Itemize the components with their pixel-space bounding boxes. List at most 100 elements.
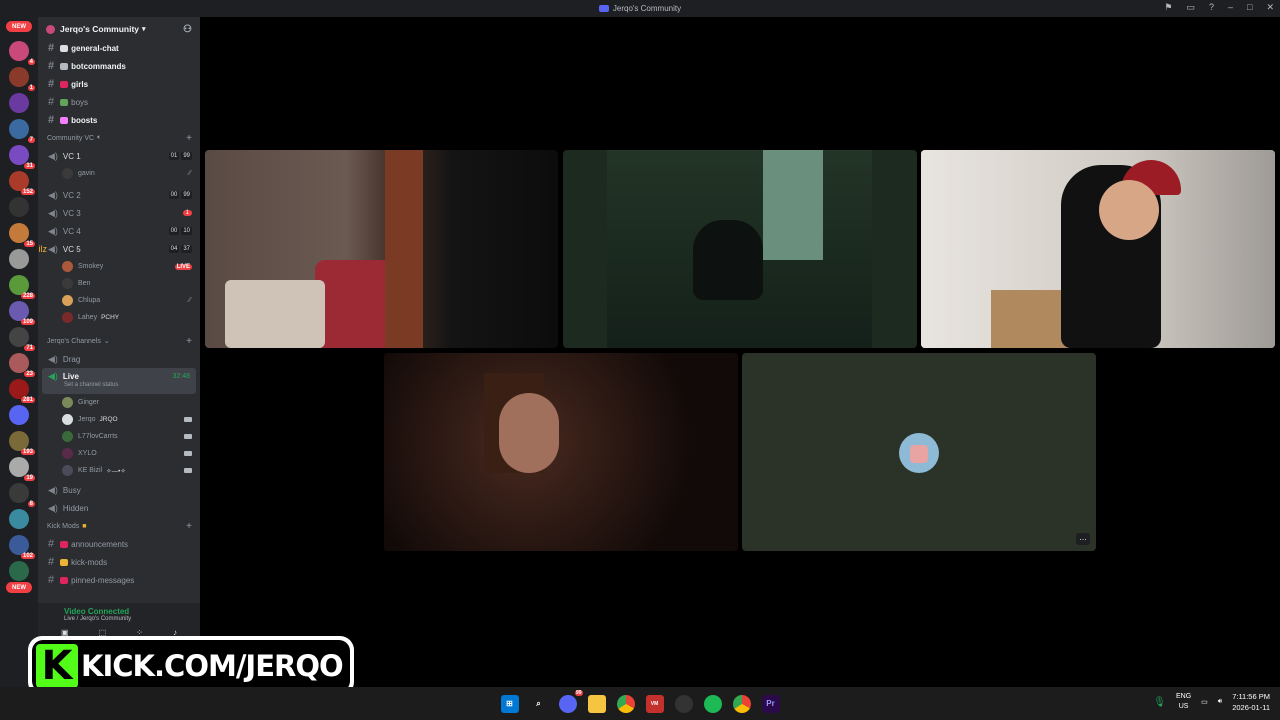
language-indicator[interactable]: ENG US (1176, 692, 1191, 712)
help-icon[interactable]: ? (1209, 2, 1214, 13)
network-icon[interactable]: ▭ (1201, 698, 1208, 706)
server-icon[interactable]: 1 (9, 67, 35, 91)
add-channel-icon[interactable]: + (186, 521, 192, 532)
server-list: NEW NEW 4 1 7 31 152 15 228 109 71 23 281 193 19 8 102 (0, 17, 38, 687)
file-explorer-icon[interactable] (587, 694, 606, 713)
voice-channel-vc4[interactable]: ◀︎) VC 4 00 10 (38, 222, 200, 240)
user-name: Ginger (78, 399, 100, 406)
category-jerqos-channels[interactable]: Jerqo's Channels ⌄ + (38, 332, 200, 350)
text-channel-pinned-messages[interactable]: # pinned-messages (38, 571, 200, 589)
server-icon[interactable]: 31 (9, 145, 35, 169)
voice-user[interactable]: Lahey PCHY (38, 309, 200, 326)
voice-channel-drag[interactable]: ◀︎) Drag (38, 350, 200, 368)
server-icon[interactable]: 152 (9, 171, 35, 195)
voice-user[interactable]: XYLO (38, 445, 200, 462)
voice-channel-hidden[interactable]: ◀︎) Hidden (38, 499, 200, 517)
video-tile-hooded-user[interactable] (563, 150, 917, 348)
voicemeeter-icon[interactable]: VM (645, 694, 664, 713)
clock[interactable]: 7:11:56 PM 2026-01-11 (1232, 691, 1270, 713)
server-icon[interactable]: 281 (9, 379, 35, 403)
hash-icon: # (48, 538, 55, 550)
kick-mods-channel-list: # announcements # kick-mods # pinned-messages (38, 535, 200, 589)
voice-channel-vc2[interactable]: ◀︎) VC 2 00 99 (38, 186, 200, 204)
chrome-profile-icon[interactable] (732, 694, 751, 713)
video-tile-room[interactable] (205, 150, 558, 348)
chrome-icon[interactable] (616, 694, 635, 713)
close-button[interactable]: ✕ (1266, 2, 1274, 13)
start-icon[interactable]: ⊞ (500, 694, 519, 713)
server-header[interactable]: Jerqo's Community ▾ ⚇ (38, 17, 200, 41)
voice-user-gavin[interactable]: gavin ⁄⁄ (38, 165, 200, 182)
server-icon[interactable] (9, 509, 29, 529)
user-name: Jerqo (78, 416, 96, 423)
voice-user[interactable]: KE Bizil ✧—•✧ (38, 462, 200, 479)
server-icon[interactable]: 71 (9, 327, 35, 351)
server-icon[interactable]: 109 (9, 301, 35, 325)
invite-people-icon[interactable]: ⚇ (183, 24, 192, 35)
category-community-vc[interactable]: Community VC 🔈︎ + (38, 129, 200, 147)
text-channel-botcommands[interactable]: # botcommands (38, 57, 200, 75)
text-channel-kick-mods[interactable]: # kick-mods (38, 553, 200, 571)
channel-emoji-icon (60, 44, 69, 52)
voice-channel-vc1[interactable]: ◀︎) VC 1 01 99 (38, 147, 200, 165)
category-kick-mods[interactable]: Kick Mods ■ + (38, 517, 200, 535)
hash-icon: # (48, 574, 55, 586)
server-icon[interactable]: 7 (9, 119, 35, 143)
more-options-icon[interactable]: … (1076, 533, 1090, 545)
minimize-button[interactable]: – (1228, 2, 1233, 13)
voice-location[interactable]: Live / Jerqo's Community (46, 616, 192, 622)
server-icon[interactable]: 15 (9, 223, 35, 247)
server-icon[interactable]: 8 (9, 483, 35, 507)
server-icon[interactable] (9, 93, 29, 113)
server-icon[interactable]: 102 (9, 535, 35, 559)
mention-badge: 8 (27, 501, 35, 507)
voice-user[interactable]: Chlupa ⁄⁄ (38, 292, 200, 309)
voice-channel-vc5[interactable]: ◀︎) VC 5 dmilz 0437 (38, 240, 200, 258)
text-channel-announcements[interactable]: # announcements (38, 535, 200, 553)
add-channel-icon[interactable]: + (186, 133, 192, 144)
server-icon[interactable]: 19 (9, 457, 35, 481)
channel-status-prompt[interactable]: Set a channel status (48, 382, 190, 388)
window-light (763, 150, 823, 260)
premiere-icon[interactable]: Pr (761, 694, 780, 713)
pip-icon[interactable]: ▭ (1186, 2, 1195, 13)
server-icon[interactable]: 23 (9, 353, 35, 377)
voice-user[interactable]: Smokey LIVE (38, 258, 200, 275)
server-icon[interactable]: 228 (9, 275, 35, 299)
search-icon[interactable]: ⌕ (530, 695, 548, 713)
voice-user[interactable]: Jerqo JRQO (38, 411, 200, 428)
voice-channel-busy[interactable]: ◀︎) Busy (38, 481, 200, 499)
text-channel-boosts[interactable]: # boosts (38, 111, 200, 129)
server-icon[interactable] (9, 249, 29, 269)
inbox-icon[interactable]: ⚑ (1164, 2, 1172, 13)
category-label: Kick Mods (47, 522, 80, 530)
text-channel-girls[interactable]: # girls (38, 75, 200, 93)
voice-user[interactable]: Ginger (38, 394, 200, 411)
text-channel-boys[interactable]: # boys (38, 93, 200, 111)
spotify-icon[interactable] (703, 694, 722, 713)
volume-icon[interactable]: 🔊︎ (1218, 698, 1222, 706)
voice-user[interactable]: L77lovCarrts (38, 428, 200, 445)
server-icon[interactable] (9, 197, 29, 217)
channel-emoji-icon (60, 576, 69, 584)
server-icon[interactable] (9, 561, 29, 581)
video-tile-avatar-only[interactable]: … (742, 353, 1096, 551)
kick-logo-icon: K (36, 643, 78, 689)
microphone-icon[interactable]: 🎙︎ (1153, 697, 1166, 708)
voice-channel-vc3[interactable]: ◀︎) VC 3 1 (38, 204, 200, 222)
new-pill-top[interactable]: NEW (6, 21, 32, 32)
maximize-button[interactable]: □ (1247, 2, 1252, 13)
server-icon[interactable] (9, 405, 29, 425)
server-icon[interactable]: 193 (9, 431, 35, 455)
system-tray: 🎙︎ ENG US ▭ 🔊︎ 7:11:56 PM 2026-01-11 (1153, 691, 1270, 713)
text-channel-general-chat[interactable]: # general-chat (38, 39, 200, 57)
voice-user[interactable]: Ben (38, 275, 200, 292)
obs-icon[interactable] (674, 694, 693, 713)
add-channel-icon[interactable]: + (186, 336, 192, 347)
video-tile-smiling-user[interactable] (384, 353, 738, 551)
voice-channel-live[interactable]: ◀︎) Live 32:48 Set a channel status (42, 368, 196, 394)
user-name: Smokey (78, 263, 104, 270)
discord-icon[interactable]: 99 (558, 689, 583, 713)
video-tile-cap-user[interactable] (921, 150, 1275, 348)
server-icon[interactable]: 4 (9, 41, 35, 65)
